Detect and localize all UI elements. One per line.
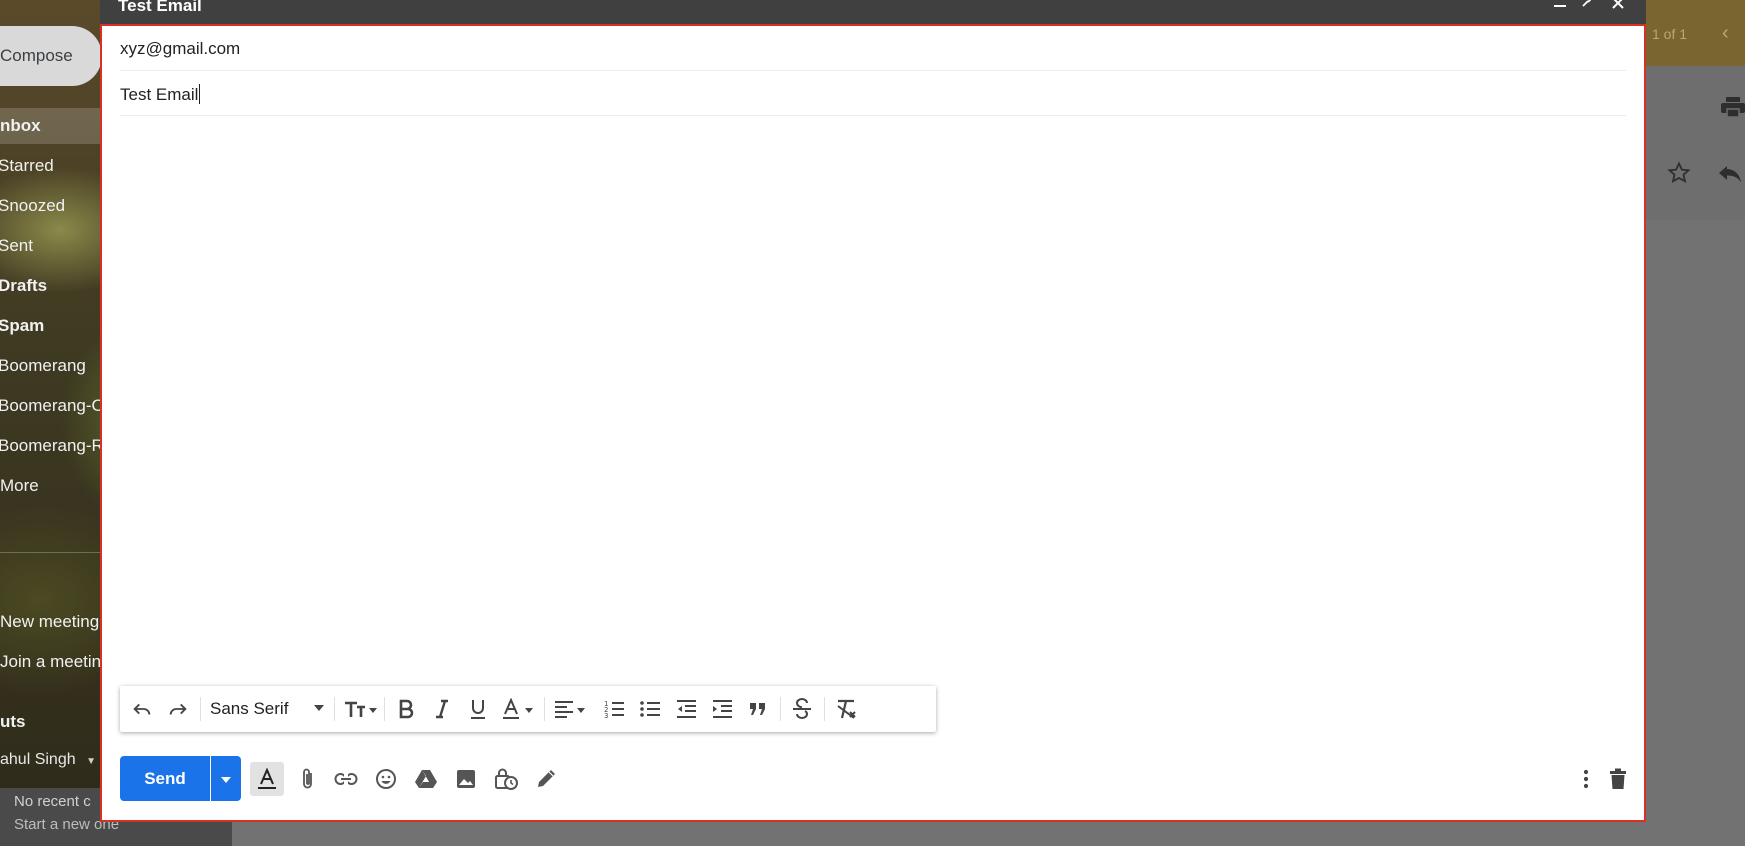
compose-header[interactable]: Test Email <box>100 0 1646 24</box>
toolbar-divider <box>544 697 545 721</box>
hangouts-no-recent: No recent c <box>14 793 91 810</box>
formatting-toolbar: Sans Serif 1 2 3 <box>120 686 936 732</box>
numbered-list-icon[interactable]: 123 <box>596 686 632 732</box>
compose-body: xyz@gmail.com Test Email Sans Serif 1 2 … <box>100 24 1646 822</box>
formatting-options-icon[interactable] <box>250 762 284 796</box>
underline-icon[interactable] <box>460 686 496 732</box>
attach-icon[interactable] <box>290 756 326 801</box>
text-caret <box>199 84 201 104</box>
indent-less-icon[interactable] <box>668 686 704 732</box>
sidebar-item-boomerang-r[interactable]: Boomerang-R <box>0 436 104 456</box>
minimize-icon[interactable] <box>1548 0 1572 16</box>
quote-icon[interactable] <box>740 686 776 732</box>
sidebar-item-starred[interactable]: Starred <box>0 156 54 176</box>
italic-icon[interactable] <box>424 686 460 732</box>
hangouts-user[interactable]: ahul Singh ▼ <box>0 751 96 769</box>
confidential-mode-icon[interactable] <box>488 756 524 801</box>
sidebar-item-spam[interactable]: Spam <box>0 316 44 336</box>
meet-new-meeting[interactable]: New meeting <box>0 612 99 632</box>
send-button[interactable]: Send <box>120 756 210 801</box>
to-field[interactable]: xyz@gmail.com <box>120 26 1626 71</box>
photo-icon[interactable] <box>448 756 484 801</box>
send-options-button[interactable] <box>211 756 241 801</box>
sidebar-item-drafts[interactable]: Drafts <box>0 276 47 296</box>
compose-button[interactable]: Compose <box>0 26 102 86</box>
sidebar-item-sent[interactable]: Sent <box>0 236 33 256</box>
print-icon[interactable] <box>1720 96 1745 123</box>
hangouts-heading: uts <box>0 712 26 731</box>
bulleted-list-icon[interactable] <box>632 686 668 732</box>
subject-text: Test Email <box>120 85 199 104</box>
meet-join-meeting[interactable]: Join a meetin <box>0 652 101 672</box>
full-screen-icon[interactable] <box>1576 0 1600 16</box>
subject-field[interactable]: Test Email <box>120 71 1626 116</box>
undo-icon[interactable] <box>124 686 160 732</box>
font-family-select[interactable]: Sans Serif <box>202 686 332 732</box>
sidebar-item-inbox[interactable]: nbox <box>0 116 41 136</box>
sidebar-item-boomerang[interactable]: Boomerang <box>0 356 86 376</box>
remove-formatting-icon[interactable] <box>828 686 864 732</box>
sidebar-item-boomerang-o[interactable]: Boomerang-O <box>0 396 105 416</box>
subject-input[interactable]: Test Email <box>120 84 201 105</box>
indent-more-icon[interactable] <box>704 686 740 732</box>
toolbar-divider <box>384 697 385 721</box>
toolbar-divider <box>824 697 825 721</box>
chevron-left-icon[interactable]: ‹ <box>1722 22 1729 45</box>
message-body-area[interactable] <box>120 126 1626 676</box>
star-icon[interactable] <box>1667 161 1691 190</box>
sidebar-item-more[interactable]: More <box>0 476 39 496</box>
chevron-down-icon: ▼ <box>86 756 96 767</box>
more-options-icon[interactable] <box>1568 756 1604 801</box>
redo-icon[interactable] <box>160 686 196 732</box>
dropdown-arrow-icon <box>314 705 324 711</box>
toolbar-divider <box>334 697 335 721</box>
text-color-icon[interactable] <box>496 686 542 732</box>
strikethrough-icon[interactable] <box>784 686 820 732</box>
dropdown-arrow-icon <box>221 770 231 788</box>
reply-icon[interactable] <box>1716 161 1744 190</box>
font-family-label: Sans Serif <box>210 699 289 718</box>
emoji-icon[interactable] <box>368 756 404 801</box>
signature-icon[interactable] <box>528 756 564 801</box>
discard-draft-icon[interactable] <box>1600 756 1636 801</box>
close-icon[interactable] <box>1606 0 1630 16</box>
font-size-icon[interactable] <box>338 686 382 732</box>
toolbar-divider <box>200 697 201 721</box>
hangouts-user-name: ahul Singh <box>0 751 76 768</box>
to-recipient: xyz@gmail.com <box>120 39 241 58</box>
align-icon[interactable] <box>548 686 594 732</box>
svg-text:3: 3 <box>604 712 608 720</box>
compose-window: Test Email xyz@gmail.com Test Email Sans… <box>100 0 1646 822</box>
compose-title: Test Email <box>118 0 202 15</box>
bold-icon[interactable] <box>388 686 424 732</box>
drive-icon[interactable] <box>408 756 444 801</box>
link-icon[interactable] <box>328 756 364 801</box>
sidebar-item-snoozed[interactable]: Snoozed <box>0 196 65 216</box>
toolbar-divider <box>780 697 781 721</box>
pager-count: 1 of 1 <box>1652 26 1688 42</box>
